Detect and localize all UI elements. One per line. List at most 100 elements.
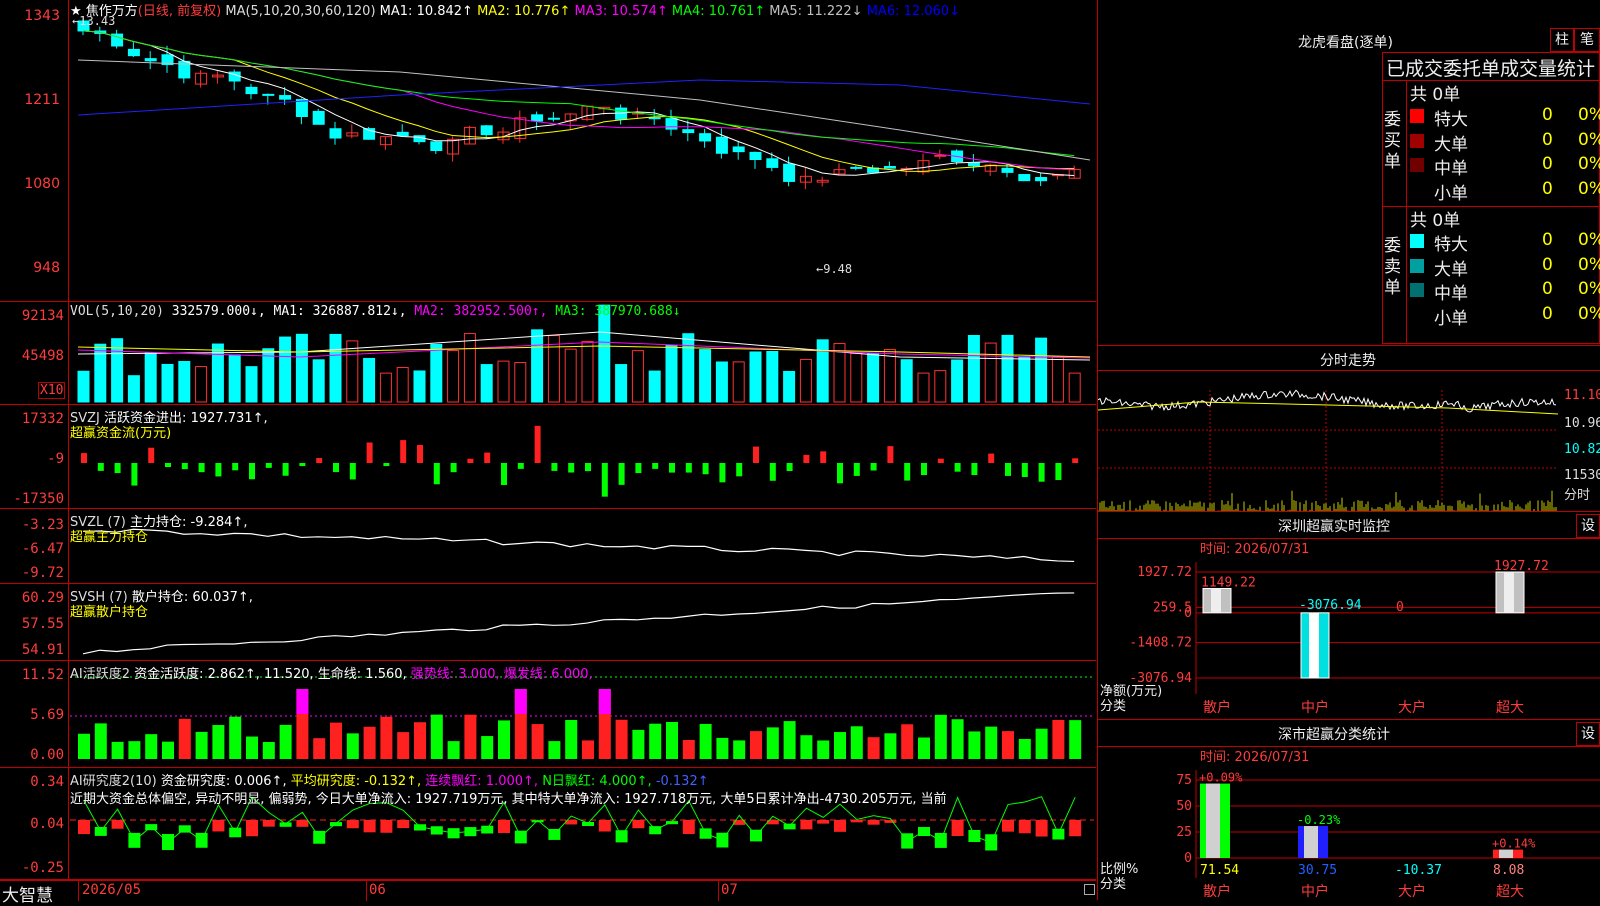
svzj-bar	[165, 463, 171, 468]
activity-bar	[716, 737, 729, 759]
activity-bar	[1035, 728, 1048, 759]
bar-view-tab[interactable]: 柱	[1550, 28, 1574, 52]
candle	[396, 131, 409, 137]
volume-bar	[161, 363, 174, 403]
volume-bar	[598, 304, 611, 403]
research-bar	[1069, 820, 1082, 837]
activity-bar	[968, 731, 981, 759]
activity-bar	[817, 740, 830, 759]
activity-bar	[699, 723, 712, 759]
legend-item: MA1: 10.842↑	[379, 4, 478, 19]
svzj-bar	[1005, 463, 1011, 476]
svzj-bar	[97, 463, 104, 471]
order-count: 0	[1542, 129, 1553, 150]
activity-peak	[296, 689, 309, 714]
research-bar	[817, 820, 830, 824]
timeshare-panel[interactable]: 分时走势 11.10 10.96 10.82 11530 分时	[1098, 345, 1600, 512]
svzl-line	[82, 528, 1075, 563]
activity-bar	[1069, 720, 1082, 759]
svzj-bar	[517, 463, 524, 469]
sz-classify-panel: 深市超赢分类统计 设 时间: 2026/07/31 75 50 25 0 +0.09% 7…	[1098, 719, 1600, 901]
svzj-panel[interactable]: 17332 -9 -17350 SVZJ 活跃资金进出: 1927.731↑, …	[0, 405, 1096, 509]
timeshare-chart[interactable]	[1098, 370, 1600, 512]
volume-bar	[531, 329, 544, 403]
activity-bar	[397, 732, 410, 759]
svzj-bar	[786, 463, 793, 472]
svzj-tick: -17350	[13, 491, 64, 507]
svzj-bar	[568, 463, 575, 473]
air-tick: 0.04	[30, 816, 64, 832]
svzj-bar	[349, 463, 356, 480]
ai-activity-panel[interactable]: 11.52 5.69 0.00 AI活跃度2 资金活跃度: 2.862↑, 11…	[0, 661, 1096, 768]
svzj-bar	[1038, 463, 1045, 482]
tick-view-tab[interactable]: 笔	[1574, 28, 1600, 52]
research-bar	[1035, 820, 1048, 837]
settings-button[interactable]: 设	[1576, 722, 1600, 746]
activity-bar	[1018, 738, 1031, 759]
svzj-bar	[702, 463, 709, 475]
volume-bar	[766, 350, 779, 403]
order-pct: 0%	[1578, 129, 1600, 150]
svzj-bar	[114, 463, 121, 474]
legend-item: 连续飘红: 1.000↑,	[425, 774, 543, 789]
candle	[329, 128, 342, 139]
candlestick-chart[interactable]	[0, 0, 1096, 302]
color-swatch	[1410, 182, 1424, 197]
classify-tick: 0	[1184, 851, 1192, 866]
volume-bar	[951, 359, 964, 403]
volume-bar	[480, 364, 493, 403]
activity-bar	[632, 729, 645, 759]
classify-value: 71.54	[1200, 863, 1239, 878]
svzl-panel[interactable]: -3.23 -6.47 -9.72 SVZL (7) 主力持仓: -9.284↑…	[0, 509, 1096, 584]
color-swatch	[1410, 283, 1424, 297]
buy-total: 共 0单	[1410, 85, 1461, 105]
activity-bar	[481, 736, 494, 759]
settings-button[interactable]: 设	[1576, 514, 1600, 538]
svzj-bar	[81, 453, 87, 463]
candle	[682, 129, 695, 134]
svzj-bar	[853, 463, 860, 476]
svzj-bar	[366, 442, 373, 463]
monitor-tick: 1927.72	[1137, 565, 1192, 580]
activity-bar	[262, 742, 275, 759]
vol-unit: X10	[38, 382, 66, 399]
ts-price: 10.96	[1564, 416, 1600, 431]
activity-bar	[834, 732, 846, 759]
legend-item: MA2: 382952.500↑,	[414, 304, 556, 319]
ai-research-panel[interactable]: 0.34 0.04 -0.25 AI研究度2(10) 资金研究度: 0.006↑…	[0, 768, 1096, 880]
volume-panel[interactable]: 92134 45498 X10 VOL(5,10,20) 332579.000↓…	[0, 302, 1096, 405]
order-pct: 0%	[1578, 105, 1600, 125]
volume-bar	[245, 366, 258, 403]
buy-side-label: 委买单	[1384, 110, 1401, 172]
volume-bar	[967, 334, 980, 403]
candle	[262, 93, 275, 96]
activity-bar	[901, 724, 914, 759]
order-pct: 0%	[1578, 178, 1600, 199]
candle	[883, 165, 896, 169]
candle	[279, 95, 292, 100]
order-count: 0	[1542, 154, 1553, 174]
volume-bar	[900, 359, 913, 403]
research-bar	[834, 820, 846, 832]
volume-bar	[783, 370, 796, 403]
volume-bar	[699, 349, 712, 403]
main-price-panel[interactable]: 1343 1211 1080 948 ★ 焦作万方(日线, 前复权) MA(5,…	[0, 0, 1096, 302]
ma1-line	[82, 30, 1075, 177]
research-bar	[783, 823, 796, 830]
monitor-value: 1149.22	[1201, 575, 1256, 590]
svzj-bar	[299, 463, 306, 467]
color-swatch	[1410, 258, 1424, 273]
svzj-bar	[1072, 458, 1079, 463]
activity-bar	[430, 714, 443, 759]
period-label[interactable]: (日线, 前复权)	[138, 4, 221, 19]
volume-bar	[514, 362, 527, 403]
legend-item: 强势线: 3.000,	[410, 667, 504, 682]
legend-item: -0.132↑	[655, 774, 709, 789]
svzj-bar	[803, 454, 810, 463]
classify-pct: -0.23%	[1297, 813, 1341, 827]
lock-icon[interactable]	[1084, 884, 1095, 895]
svsh-panel[interactable]: 60.29 57.55 54.91 SVSH (7) 散户持仓: 60.037↑…	[0, 584, 1096, 661]
activity-bar	[128, 741, 141, 759]
activity-bar	[447, 741, 460, 759]
order-row: 小单 0 0%	[1410, 178, 1600, 204]
